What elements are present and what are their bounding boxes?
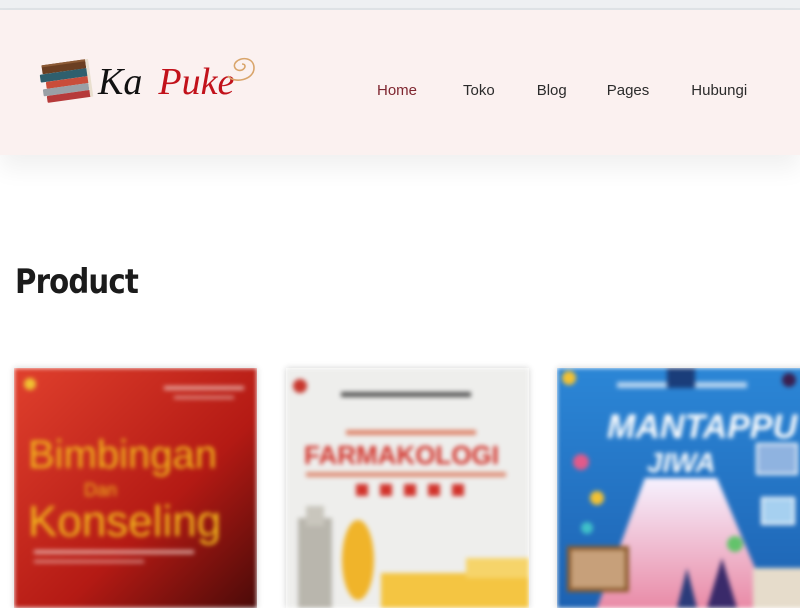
nav-home[interactable]: Home	[360, 82, 434, 99]
svg-text:JIWA: JIWA	[647, 447, 715, 478]
product-cover-image: MANTAPPU JIWA	[557, 368, 800, 608]
product-card[interactable]: Bimbingan Dan Konseling	[14, 368, 257, 608]
logo-text-puke: Puke	[158, 61, 235, 103]
nav-toko[interactable]: Toko	[446, 82, 512, 99]
browser-top-strip	[0, 0, 800, 10]
site-logo[interactable]: Ka Puke	[38, 52, 263, 112]
nav-blog[interactable]: Blog	[520, 82, 584, 99]
cover-title-line-1: Bimbingan	[28, 433, 217, 477]
product-grid: Bimbingan Dan Konseling FARMAKOLOGI MANT…	[0, 368, 800, 608]
books-icon	[38, 56, 96, 108]
site-header: Ka Puke Home Toko Blog Pages Hubungi	[0, 10, 800, 155]
product-section-title: Product	[15, 262, 139, 302]
svg-text:MANTAPPU: MANTAPPU	[607, 408, 799, 446]
product-card[interactable]: FARMAKOLOGI	[286, 368, 529, 608]
nav-hubungi[interactable]: Hubungi	[674, 82, 764, 99]
nav-pages[interactable]: Pages	[590, 82, 667, 99]
product-cover-image: Bimbingan Dan Konseling	[14, 368, 257, 608]
logo-text-ka: Ka	[98, 61, 143, 103]
product-card[interactable]: MANTAPPU JIWA	[557, 368, 800, 608]
product-cover-image: FARMAKOLOGI	[286, 368, 529, 608]
logo-swirl-icon	[227, 57, 255, 81]
main-navigation: Home Toko Blog Pages Hubungi	[360, 70, 764, 110]
svg-text:FARMAKOLOGI: FARMAKOLOGI	[304, 440, 499, 470]
svg-text:Konseling: Konseling	[28, 497, 221, 546]
